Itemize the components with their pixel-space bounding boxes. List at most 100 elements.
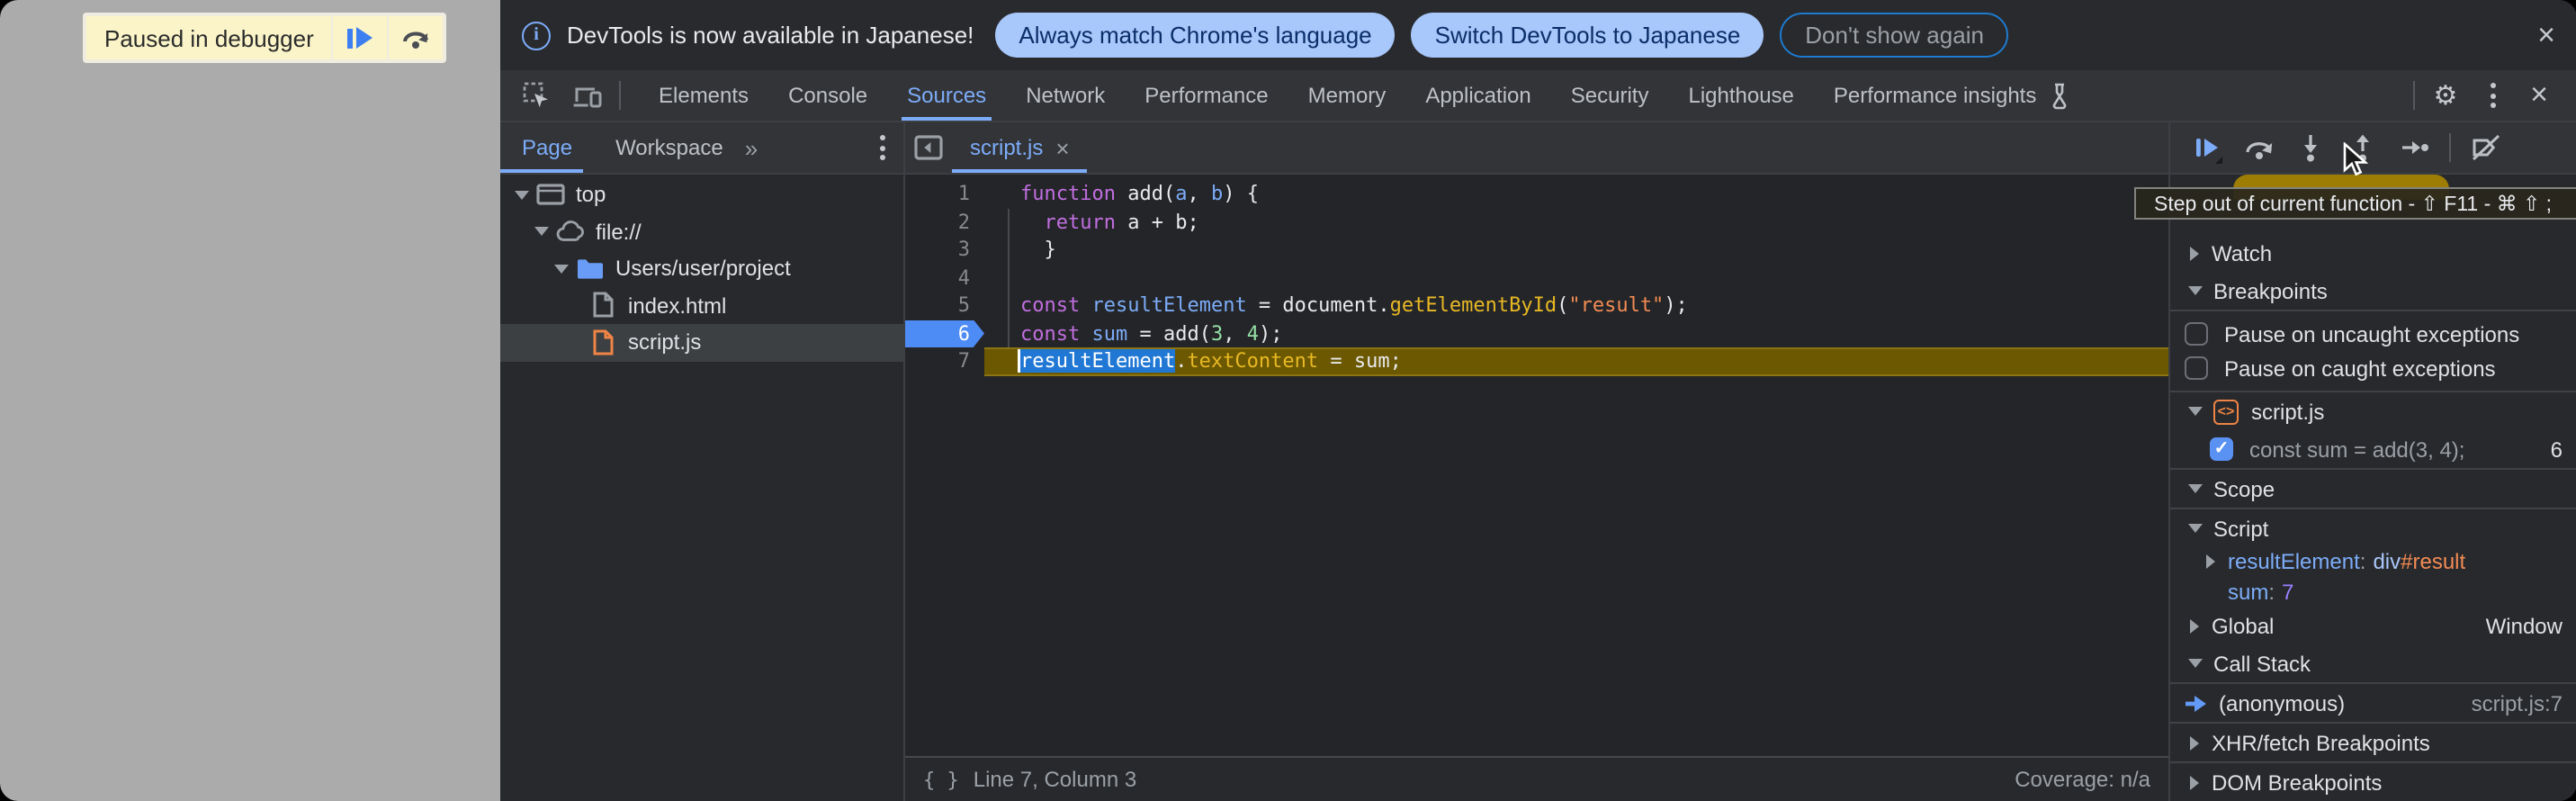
tree-item-file-[interactable]: file:// bbox=[500, 213, 903, 250]
chevron-down-icon[interactable] bbox=[554, 265, 569, 274]
code-text: } bbox=[984, 236, 2168, 264]
tree-item-users-user-project[interactable]: Users/user/project bbox=[500, 250, 903, 287]
pause-uncaught-exceptions-row[interactable]: Pause on uncaught exceptions bbox=[2170, 311, 2576, 351]
devtools-tabbar: ElementsConsoleSourcesNetwork Performance… bbox=[500, 70, 2576, 122]
checkbox-unchecked[interactable] bbox=[2185, 356, 2208, 380]
step-into-icon bbox=[2300, 133, 2321, 162]
toolbar-divider bbox=[2449, 133, 2451, 162]
code-editor[interactable]: 1function add(a, b) {2 return a + b;3 }4… bbox=[905, 175, 2168, 756]
tab-sources[interactable]: Sources bbox=[887, 70, 1006, 121]
deactivate-breakpoints-button[interactable] bbox=[2464, 126, 2507, 169]
step-button[interactable] bbox=[2393, 126, 2437, 169]
tab-security[interactable]: Security bbox=[1551, 70, 1669, 121]
watch-section-header[interactable]: Watch bbox=[2170, 234, 2576, 272]
token-prop: textContent bbox=[1187, 349, 1318, 373]
tab-network[interactable]: Network bbox=[1006, 70, 1125, 121]
switch-devtools-japanese-button[interactable]: Switch DevTools to Japanese bbox=[1412, 13, 1764, 58]
close-devtools-icon[interactable]: × bbox=[2516, 70, 2563, 121]
chevron-down-icon[interactable] bbox=[534, 228, 549, 237]
chevron-down-icon[interactable] bbox=[515, 191, 529, 200]
line-number[interactable]: 5 bbox=[905, 292, 984, 320]
more-tabs-chevron-icon[interactable]: » bbox=[745, 122, 759, 173]
editor-tab-close-icon[interactable]: × bbox=[1055, 134, 1069, 161]
more-options-kebab-icon[interactable] bbox=[2469, 70, 2516, 121]
code-text: const sum = add(3, 4); bbox=[984, 320, 2168, 347]
scope-variable-resultElement[interactable]: resultElement: div#result bbox=[2170, 547, 2576, 577]
tab-memory[interactable]: Memory bbox=[1288, 70, 1406, 121]
checkbox-unchecked[interactable] bbox=[2185, 322, 2208, 346]
match-chrome-language-button[interactable]: Always match Chrome's language bbox=[995, 13, 1395, 58]
breakpoints-section-header[interactable]: Breakpoints bbox=[2170, 272, 2576, 310]
chevron-down-icon bbox=[2188, 286, 2203, 295]
breakpoint-marker[interactable]: 6 bbox=[905, 320, 984, 347]
inspect-element-button[interactable] bbox=[511, 70, 561, 121]
line-number[interactable]: 7 bbox=[905, 347, 984, 375]
tab-performance-insights[interactable]: Performance insights bbox=[1814, 70, 2090, 121]
breakpoint-line-number: 6 bbox=[2551, 436, 2563, 462]
infobar-close-icon[interactable]: × bbox=[2537, 0, 2555, 70]
tab-elements[interactable]: Elements bbox=[639, 70, 768, 121]
tab-lighthouse[interactable]: Lighthouse bbox=[1668, 70, 1813, 121]
tree-item-top[interactable]: top bbox=[500, 176, 903, 213]
frame-location: script.js:7 bbox=[2472, 690, 2563, 716]
code-line-6[interactable]: 6const sum = add(3, 4); bbox=[905, 320, 2168, 347]
step-over-button[interactable] bbox=[388, 16, 444, 59]
editor-tab-scriptjs[interactable]: script.js × bbox=[952, 122, 1088, 173]
toggle-device-toolbar-button[interactable] bbox=[561, 70, 612, 121]
tab-label: Performance bbox=[1144, 83, 1268, 108]
line-number[interactable]: 2 bbox=[905, 208, 984, 236]
collapse-navigator-button[interactable] bbox=[905, 122, 952, 173]
line-number[interactable]: 3 bbox=[905, 236, 984, 264]
scope-global-group[interactable]: Global Window bbox=[2170, 607, 2576, 644]
code-line-5[interactable]: 5const resultElement = document.getEleme… bbox=[905, 292, 2168, 320]
scope-label: Scope bbox=[2213, 476, 2275, 501]
token-pl: , bbox=[1187, 182, 1211, 205]
navigator-tab-page[interactable]: Page bbox=[500, 122, 594, 173]
editor-pane: script.js × 1function add(a, b) {2 retur… bbox=[905, 122, 2170, 801]
resume-button[interactable] bbox=[2185, 126, 2228, 169]
token-pl: ( bbox=[1557, 293, 1568, 317]
step-icon bbox=[2401, 137, 2429, 158]
checkbox-checked[interactable]: ✓ bbox=[2210, 437, 2233, 461]
scope-variable-sum[interactable]: sum: 7 bbox=[2170, 577, 2576, 607]
tab-performance[interactable]: Performance bbox=[1125, 70, 1288, 121]
pretty-print-icon[interactable]: { } bbox=[923, 768, 959, 791]
breakpoint-file-group[interactable]: <> script.js bbox=[2170, 392, 2576, 430]
scope-script-group[interactable]: Script bbox=[2170, 509, 2576, 547]
xhr-breakpoints-section-header[interactable]: XHR/fetch Breakpoints bbox=[2170, 724, 2576, 761]
resume-script-button[interactable] bbox=[332, 16, 388, 59]
tab-application[interactable]: Application bbox=[1405, 70, 1550, 121]
token-pl: a + b; bbox=[1116, 210, 1199, 233]
code-line-1[interactable]: 1function add(a, b) { bbox=[905, 180, 2168, 208]
frame-name: (anonymous) bbox=[2219, 690, 2345, 716]
tree-item-index-html[interactable]: index.html bbox=[500, 287, 903, 324]
breakpoint-entry-row[interactable]: ✓ const sum = add(3, 4); 6 bbox=[2170, 430, 2576, 468]
line-number[interactable]: 4 bbox=[905, 264, 984, 292]
token-pl bbox=[1080, 321, 1091, 345]
navigator-menu-kebab-icon[interactable] bbox=[880, 122, 903, 173]
chevron-right-icon bbox=[2190, 775, 2199, 789]
chevron-right-icon bbox=[2190, 735, 2199, 750]
infobar-message: DevTools is now available in Japanese! bbox=[567, 22, 974, 49]
settings-gear-icon[interactable]: ⚙ bbox=[2422, 70, 2469, 121]
tab-console[interactable]: Console bbox=[768, 70, 887, 121]
navigator-tab-workspace[interactable]: Workspace bbox=[594, 122, 745, 173]
pause-caught-exceptions-row[interactable]: Pause on caught exceptions bbox=[2170, 351, 2576, 385]
dom-breakpoints-section-header[interactable]: DOM Breakpoints bbox=[2170, 763, 2576, 801]
code-line-4[interactable]: 4 bbox=[905, 264, 2168, 292]
tree-item-script-js[interactable]: script.js bbox=[500, 324, 903, 361]
code-line-7[interactable]: 7resultElement.textContent = sum; bbox=[905, 347, 2168, 375]
panel-tabs: ElementsConsoleSourcesNetwork Performance… bbox=[639, 70, 2090, 121]
code-line-2[interactable]: 2 return a + b; bbox=[905, 208, 2168, 236]
callstack-frame-row[interactable]: (anonymous) script.js:7 bbox=[2170, 684, 2576, 722]
callstack-section-header[interactable]: Call Stack bbox=[2170, 644, 2576, 682]
sources-panel: Page Workspace » topfile://Users/user/pr… bbox=[500, 122, 2576, 801]
line-number[interactable]: 1 bbox=[905, 180, 984, 208]
step-over-button[interactable] bbox=[2237, 126, 2280, 169]
dont-show-again-button[interactable]: Don't show again bbox=[1780, 13, 2009, 58]
variable-name: resultElement bbox=[2228, 550, 2360, 575]
editor-tab-label: script.js bbox=[970, 135, 1043, 160]
step-into-button[interactable] bbox=[2289, 126, 2332, 169]
code-line-3[interactable]: 3 } bbox=[905, 236, 2168, 264]
scope-section-header[interactable]: Scope bbox=[2170, 470, 2576, 508]
